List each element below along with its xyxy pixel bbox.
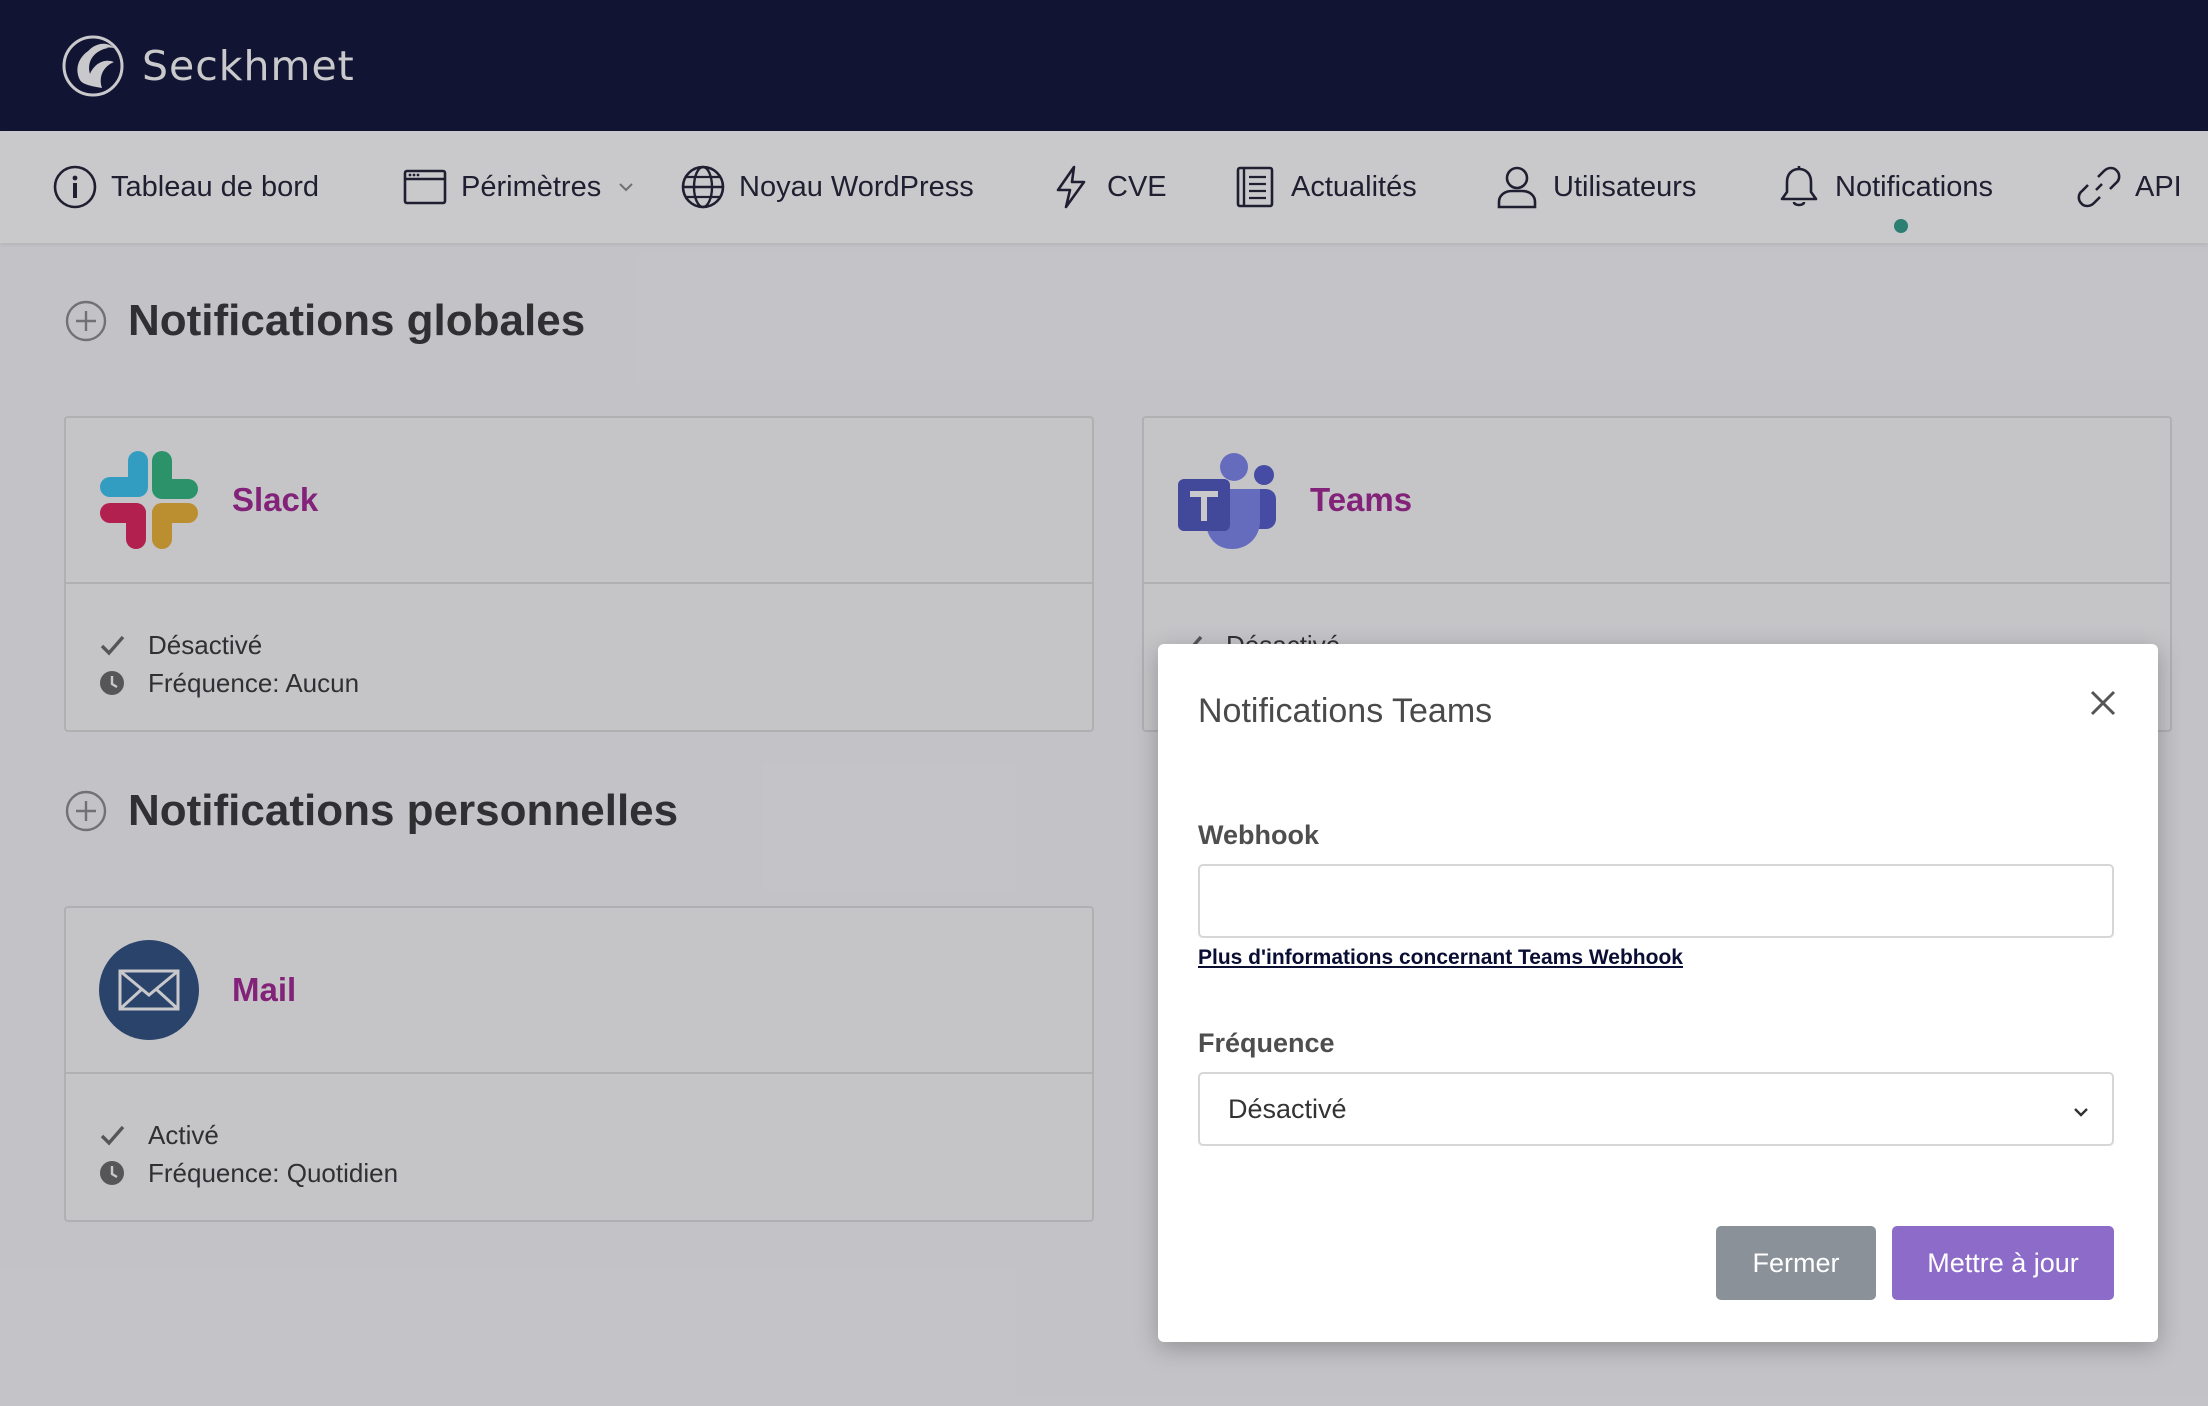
frequency-select[interactable]: Désactivé: [1198, 1072, 2114, 1146]
frequency-selected-value: Désactivé: [1228, 1093, 1347, 1124]
chevron-down-icon: [2074, 1108, 2088, 1117]
teams-webhook-help-link[interactable]: Plus d'informations concernant Teams Web…: [1198, 946, 1683, 970]
webhook-input[interactable]: [1198, 864, 2114, 938]
close-icon[interactable]: [2086, 686, 2120, 720]
webhook-label: Webhook: [1198, 820, 1319, 850]
close-button[interactable]: Fermer: [1716, 1226, 1876, 1300]
teams-notification-modal: Notifications Teams Webhook Plus d'infor…: [1158, 644, 2158, 1342]
frequency-label: Fréquence: [1198, 1028, 1335, 1058]
update-button[interactable]: Mettre à jour: [1892, 1226, 2114, 1300]
modal-title: Notifications Teams: [1198, 692, 1493, 730]
